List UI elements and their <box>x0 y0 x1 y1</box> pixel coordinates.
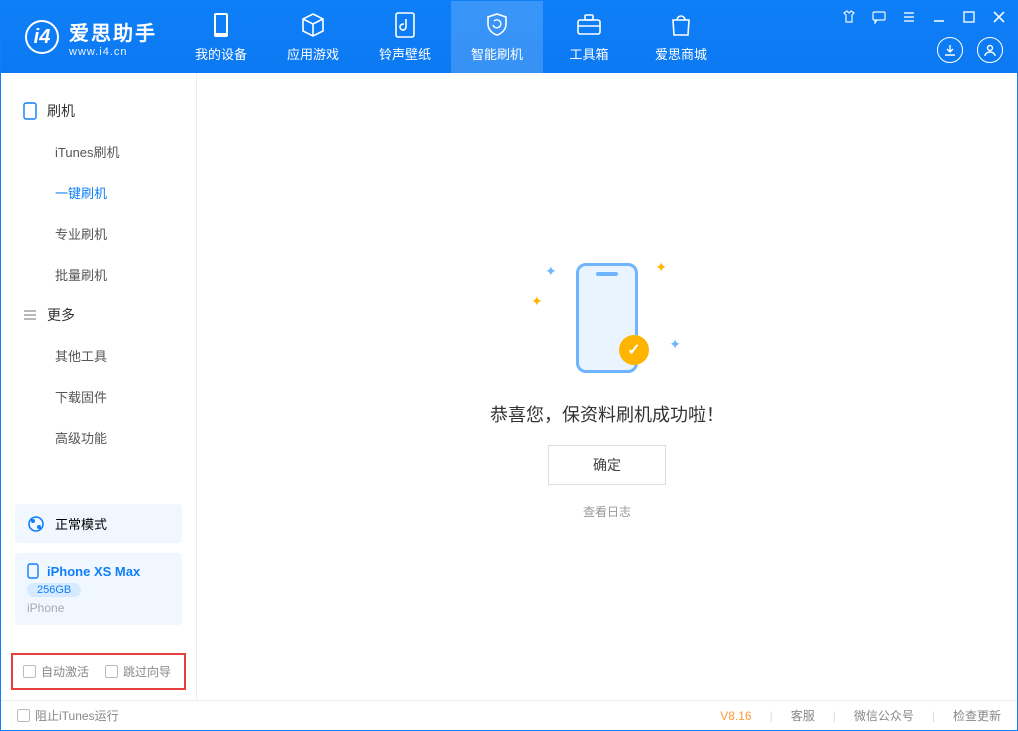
sidebar-item-download-firmware[interactable]: 下载固件 <box>1 376 196 417</box>
footer: 阻止iTunes运行 V8.16 | 客服 | 微信公众号 | 检查更新 <box>1 700 1017 730</box>
storage-badge: 256GB <box>27 583 81 597</box>
sidebar-item-batch-flash[interactable]: 批量刷机 <box>1 254 196 295</box>
view-log-link[interactable]: 查看日志 <box>583 503 631 520</box>
header: i4 爱思助手 www.i4.cn 我的设备 应用游戏 铃声壁纸 智能刷机 工具… <box>1 1 1017 73</box>
top-nav: 我的设备 应用游戏 铃声壁纸 智能刷机 工具箱 爱思商城 <box>175 1 727 73</box>
window-controls <box>841 9 1007 25</box>
version-label: V8.16 <box>720 709 751 723</box>
app-name-cn: 爱思助手 <box>69 17 157 46</box>
device-icon <box>208 12 234 38</box>
bag-icon <box>668 12 694 38</box>
device-type: iPhone <box>27 601 64 615</box>
mode-label: 正常模式 <box>55 514 107 533</box>
wechat-link[interactable]: 微信公众号 <box>854 707 914 724</box>
check-update-link[interactable]: 检查更新 <box>953 707 1001 724</box>
block-itunes-checkbox[interactable]: 阻止iTunes运行 <box>17 707 119 724</box>
mode-card[interactable]: 正常模式 <box>15 504 182 543</box>
main-content: ✦ ✦ ✦ ✦ ✓ 恭喜您，保资料刷机成功啦！ 确定 查看日志 <box>197 73 1017 700</box>
check-icon: ✓ <box>619 335 649 365</box>
logo-text: 爱思助手 www.i4.cn <box>69 17 157 58</box>
sidebar-item-pro-flash[interactable]: 专业刷机 <box>1 213 196 254</box>
cube-icon <box>300 12 326 38</box>
close-button[interactable] <box>991 9 1007 25</box>
success-illustration: ✦ ✦ ✦ ✦ ✓ <box>527 253 687 383</box>
options-row: 自动激活 跳过向导 <box>11 653 186 690</box>
nav-ringtones[interactable]: 铃声壁纸 <box>359 1 451 73</box>
support-link[interactable]: 客服 <box>791 707 815 724</box>
user-icon[interactable] <box>977 37 1003 63</box>
mode-icon <box>27 515 45 533</box>
nav-my-device[interactable]: 我的设备 <box>175 1 267 73</box>
header-right <box>937 37 1003 63</box>
nav-apps[interactable]: 应用游戏 <box>267 1 359 73</box>
menu-icon[interactable] <box>901 9 917 25</box>
nav-store[interactable]: 爱思商城 <box>635 1 727 73</box>
maximize-button[interactable] <box>961 9 977 25</box>
shield-refresh-icon <box>484 12 510 38</box>
device-phone-icon <box>27 563 39 579</box>
toolbox-icon <box>576 12 602 38</box>
logo: i4 爱思助手 www.i4.cn <box>1 17 175 58</box>
feedback-icon[interactable] <box>871 9 887 25</box>
download-icon[interactable] <box>937 37 963 63</box>
phone-icon <box>23 102 37 120</box>
list-icon <box>23 308 37 322</box>
shirt-icon[interactable] <box>841 9 857 25</box>
auto-activate-checkbox[interactable]: 自动激活 <box>23 663 89 680</box>
ok-button[interactable]: 确定 <box>548 445 666 485</box>
success-message: 恭喜您，保资料刷机成功啦！ <box>490 401 724 427</box>
sidebar-item-other-tools[interactable]: 其他工具 <box>1 335 196 376</box>
app-name-en: www.i4.cn <box>69 46 157 58</box>
music-file-icon <box>392 12 418 38</box>
sidebar: 刷机 iTunes刷机 一键刷机 专业刷机 批量刷机 更多 其他工具 下载固件 … <box>1 73 197 700</box>
device-card[interactable]: iPhone XS Max 256GB iPhone <box>15 553 182 625</box>
nav-flash[interactable]: 智能刷机 <box>451 1 543 73</box>
logo-icon: i4 <box>25 20 59 54</box>
minimize-button[interactable] <box>931 9 947 25</box>
nav-toolbox[interactable]: 工具箱 <box>543 1 635 73</box>
sidebar-group-more: 更多 <box>1 295 196 335</box>
sidebar-item-oneclick-flash[interactable]: 一键刷机 <box>1 172 196 213</box>
skip-wizard-checkbox[interactable]: 跳过向导 <box>105 663 171 680</box>
sidebar-item-advanced[interactable]: 高级功能 <box>1 417 196 458</box>
sidebar-group-flash: 刷机 <box>1 91 196 131</box>
sidebar-item-itunes-flash[interactable]: iTunes刷机 <box>1 131 196 172</box>
